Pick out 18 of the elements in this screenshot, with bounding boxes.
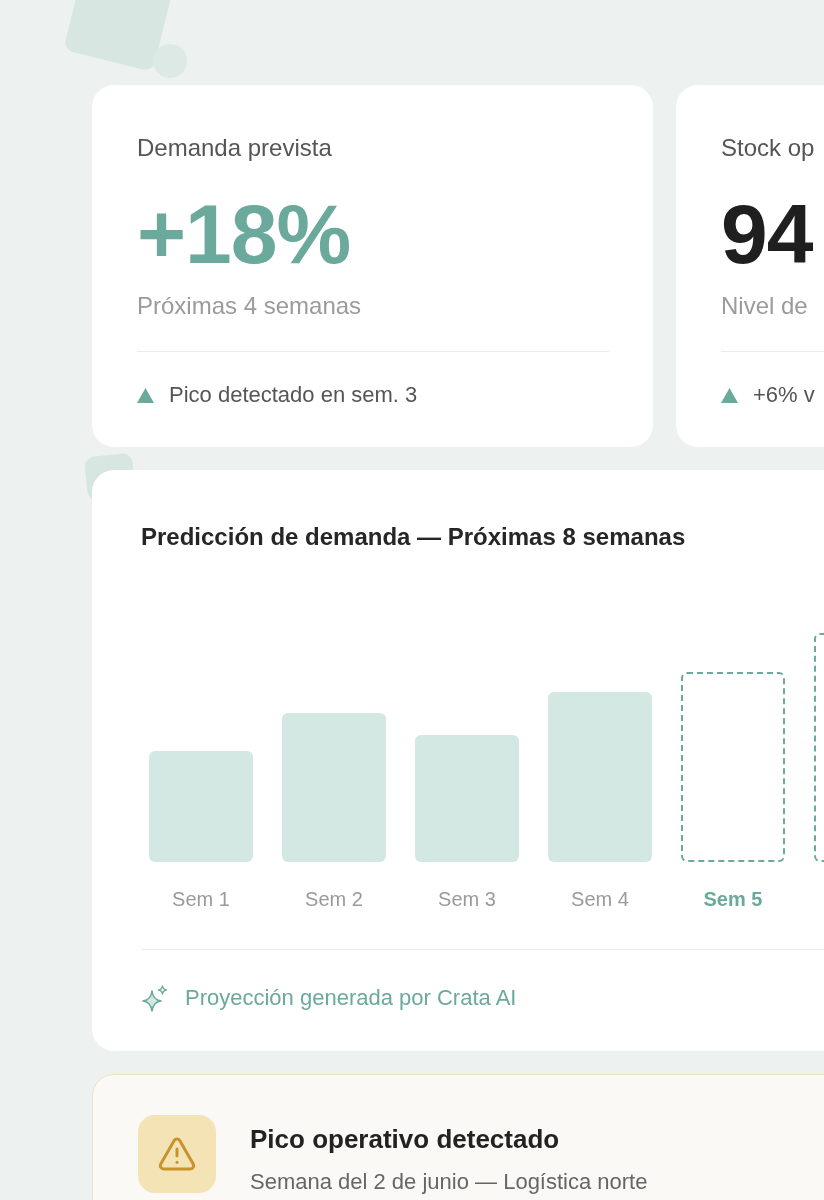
kpi-value: 94 <box>721 192 813 276</box>
chart-footnote: Proyección generada por Crata AI <box>185 984 517 1012</box>
kpi-value: +18% <box>137 192 351 276</box>
bar-label: Sem 4 <box>571 887 629 911</box>
kpi-note: +6% v <box>753 381 815 409</box>
alert-subtitle: Semana del 2 de junio — Logística norte <box>250 1168 648 1196</box>
chart-title: Predicción de demanda — Próximas 8 semanas <box>141 522 686 552</box>
sparkle-icon <box>141 984 168 1012</box>
bar-label: Sem 5 <box>703 887 763 911</box>
bar-label: Sem 2 <box>305 887 363 911</box>
kpi-title: Demanda prevista <box>137 133 332 163</box>
kpi-note: Pico detectado en sem. 3 <box>169 381 418 409</box>
bar-label: Sem 3 <box>438 887 496 911</box>
alert-title: Pico operativo detectado <box>250 1123 560 1155</box>
kpi-title: Stock op <box>721 133 815 163</box>
kpi-caption: Próximas 4 semanas <box>137 291 362 321</box>
kpi-caption: Nivel de <box>721 291 808 321</box>
bar-label: Sem 1 <box>172 887 230 911</box>
